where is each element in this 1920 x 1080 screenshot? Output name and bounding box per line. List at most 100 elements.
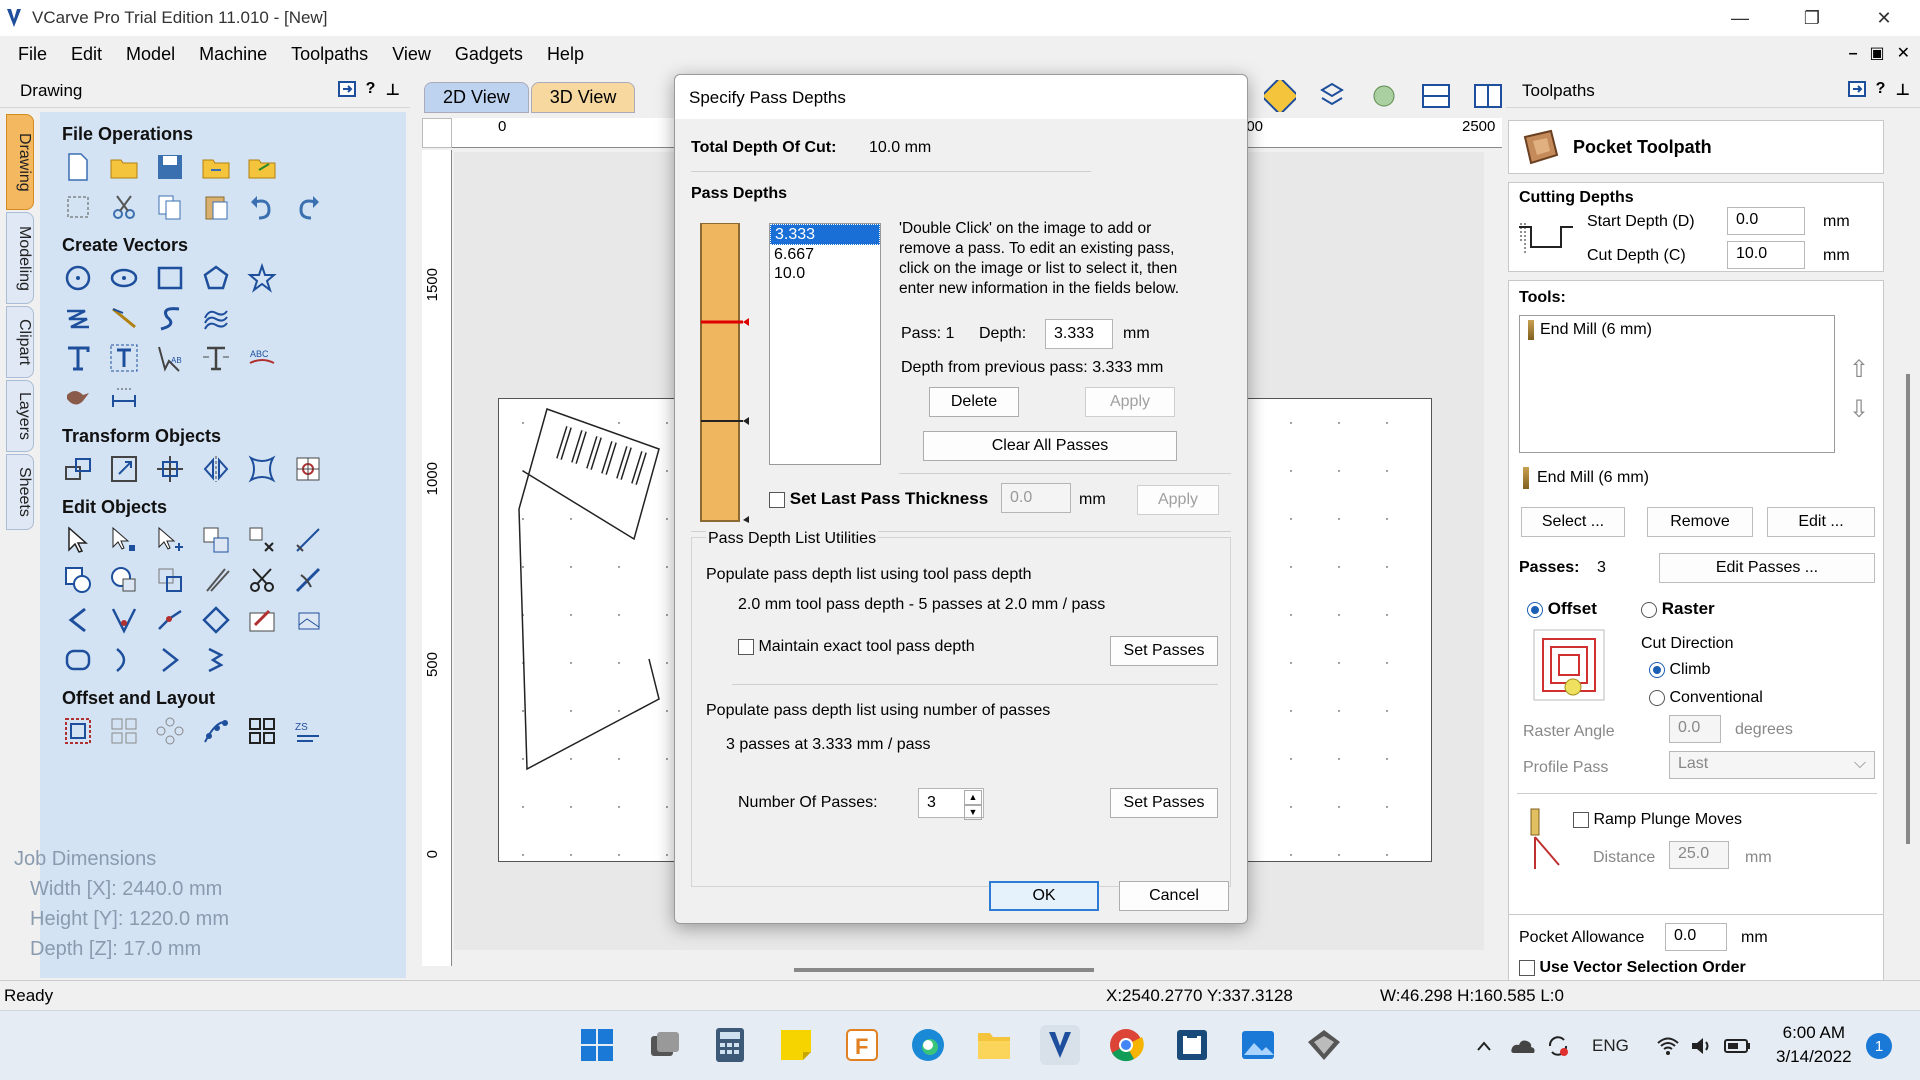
- nest-parts-icon[interactable]: [246, 604, 278, 636]
- move-down-arrow-icon[interactable]: ⇩: [1849, 395, 1869, 424]
- edit-passes-button[interactable]: Edit Passes ...: [1659, 553, 1875, 583]
- intersect-icon[interactable]: [154, 564, 186, 596]
- pass-list-item[interactable]: 3.333: [770, 224, 880, 245]
- vcarve-taskbar-icon[interactable]: [1040, 1025, 1080, 1065]
- arc-right-icon[interactable]: [108, 644, 140, 676]
- clock[interactable]: 6:00 AM 3/14/2022: [1776, 1021, 1852, 1069]
- star-icon[interactable]: [246, 262, 278, 294]
- open-file-icon[interactable]: [108, 151, 140, 183]
- cancel-button[interactable]: Cancel: [1119, 881, 1229, 911]
- onedrive-icon[interactable]: [1510, 1011, 1536, 1080]
- raster-radio[interactable]: Raster: [1641, 599, 1715, 619]
- doc-restore-button[interactable]: ▣: [1869, 36, 1884, 72]
- offset-radio[interactable]: Offset: [1527, 599, 1597, 619]
- text-box-icon[interactable]: [108, 342, 140, 374]
- fusion-app-icon[interactable]: F: [842, 1025, 882, 1065]
- distance-input[interactable]: 25.0: [1669, 841, 1729, 869]
- tab-2d-view[interactable]: 2D View: [424, 82, 529, 113]
- interactive-select-icon[interactable]: [200, 524, 232, 556]
- move-icon[interactable]: [62, 453, 94, 485]
- scissors-icon[interactable]: [246, 564, 278, 596]
- menu-view[interactable]: View: [380, 36, 443, 72]
- tab-drawing[interactable]: Drawing: [6, 114, 34, 210]
- tab-sheets[interactable]: Sheets: [6, 454, 34, 530]
- redo-icon[interactable]: [292, 191, 324, 223]
- measure-icon[interactable]: [292, 524, 324, 556]
- import-folder-icon[interactable]: [200, 151, 232, 183]
- close-button[interactable]: ✕: [1848, 0, 1920, 36]
- spiral-icon[interactable]: [200, 302, 232, 334]
- pin-panel-icon[interactable]: [337, 80, 356, 103]
- restore-button[interactable]: ❐: [1776, 0, 1848, 36]
- fillet-corner-icon[interactable]: [108, 604, 140, 636]
- copy-along-vector-icon[interactable]: [200, 715, 232, 747]
- chevron-left-icon[interactable]: [62, 604, 94, 636]
- tab-clipart[interactable]: Clipart: [6, 306, 34, 378]
- text-arc-icon[interactable]: [200, 342, 232, 374]
- set-last-pass-checkbox[interactable]: Set Last Pass Thickness: [769, 489, 988, 509]
- save-icon[interactable]: [154, 151, 186, 183]
- cut-depth-input[interactable]: 10.0: [1727, 241, 1805, 269]
- start-depth-input[interactable]: 0.0: [1727, 207, 1805, 235]
- move-up-arrow-icon[interactable]: ⇧: [1849, 355, 1869, 384]
- file-explorer-icon[interactable]: [974, 1025, 1014, 1065]
- circle-icon[interactable]: [62, 262, 94, 294]
- offset-icon[interactable]: [62, 715, 94, 747]
- draw-line-icon[interactable]: [108, 302, 140, 334]
- selection-options-icon[interactable]: [246, 524, 278, 556]
- menu-help[interactable]: Help: [535, 36, 596, 72]
- vpn-shield-icon[interactable]: [1304, 1025, 1344, 1065]
- bend-text-icon[interactable]: ABC: [246, 342, 278, 374]
- array-grid-icon[interactable]: [108, 715, 140, 747]
- delete-pass-button[interactable]: Delete: [929, 387, 1019, 417]
- edit-tool-button[interactable]: Edit ...: [1767, 507, 1875, 537]
- chevron-right-icon[interactable]: [154, 644, 186, 676]
- dimension-icon[interactable]: [108, 382, 140, 414]
- last-pass-thickness-input[interactable]: 0.0: [1001, 483, 1071, 513]
- depth-input[interactable]: 3.333: [1045, 319, 1113, 349]
- sync-icon[interactable]: [1546, 1011, 1570, 1080]
- number-spinner[interactable]: ▲ ▼: [964, 790, 982, 820]
- cut-icon[interactable]: [108, 191, 140, 223]
- rectangle-icon[interactable]: [154, 262, 186, 294]
- task-view-icon[interactable]: [644, 1025, 684, 1065]
- image-icon[interactable]: [292, 604, 324, 636]
- new-file-icon[interactable]: [62, 151, 94, 183]
- join-icon[interactable]: [200, 644, 232, 676]
- pin-icon[interactable]: ⊥: [1895, 80, 1910, 103]
- maintain-exact-checkbox[interactable]: Maintain exact tool pass depth: [738, 638, 975, 656]
- text-on-curve-icon[interactable]: AB: [154, 342, 186, 374]
- battery-icon[interactable]: [1724, 1011, 1752, 1080]
- remove-tool-button[interactable]: Remove: [1647, 507, 1753, 537]
- tab-3d-view[interactable]: 3D View: [530, 82, 636, 113]
- ok-button[interactable]: OK: [989, 881, 1099, 911]
- nesting-icon[interactable]: [246, 715, 278, 747]
- tool-list[interactable]: End Mill (6 mm): [1519, 315, 1835, 453]
- bitmap-trace-icon[interactable]: [62, 382, 94, 414]
- weld-icon[interactable]: [62, 564, 94, 596]
- apply-last-pass-button[interactable]: Apply: [1137, 485, 1219, 515]
- menu-machine[interactable]: Machine: [187, 36, 279, 72]
- set-passes-tool-button[interactable]: Set Passes: [1110, 636, 1218, 666]
- set-passes-number-button[interactable]: Set Passes: [1110, 788, 1218, 818]
- auto-layout-icon[interactable]: ZS: [292, 715, 324, 747]
- pin-panel-icon[interactable]: [1847, 80, 1866, 103]
- use-vector-order-checkbox[interactable]: Use Vector Selection Order: [1519, 959, 1746, 977]
- circular-array-icon[interactable]: [154, 715, 186, 747]
- toolpath-list-icon[interactable]: [1316, 80, 1348, 112]
- tile-vertical-icon[interactable]: [1472, 80, 1504, 112]
- export-folder-icon[interactable]: [246, 151, 278, 183]
- pin-icon[interactable]: ⊥: [385, 80, 400, 103]
- start-icon[interactable]: [577, 1025, 617, 1065]
- horizontal-scrollbar[interactable]: [794, 968, 1094, 972]
- extend-icon[interactable]: [154, 604, 186, 636]
- menu-model[interactable]: Model: [114, 36, 187, 72]
- right-panel-scrollbar[interactable]: [1906, 374, 1910, 844]
- paste-icon[interactable]: [200, 191, 232, 223]
- select-arrow-icon[interactable]: [62, 524, 94, 556]
- align-icon[interactable]: [154, 453, 186, 485]
- volume-icon[interactable]: [1690, 1011, 1714, 1080]
- spin-down-icon[interactable]: ▼: [964, 805, 982, 820]
- copy-icon[interactable]: [154, 191, 186, 223]
- select-tool-button[interactable]: Select ...: [1521, 507, 1625, 537]
